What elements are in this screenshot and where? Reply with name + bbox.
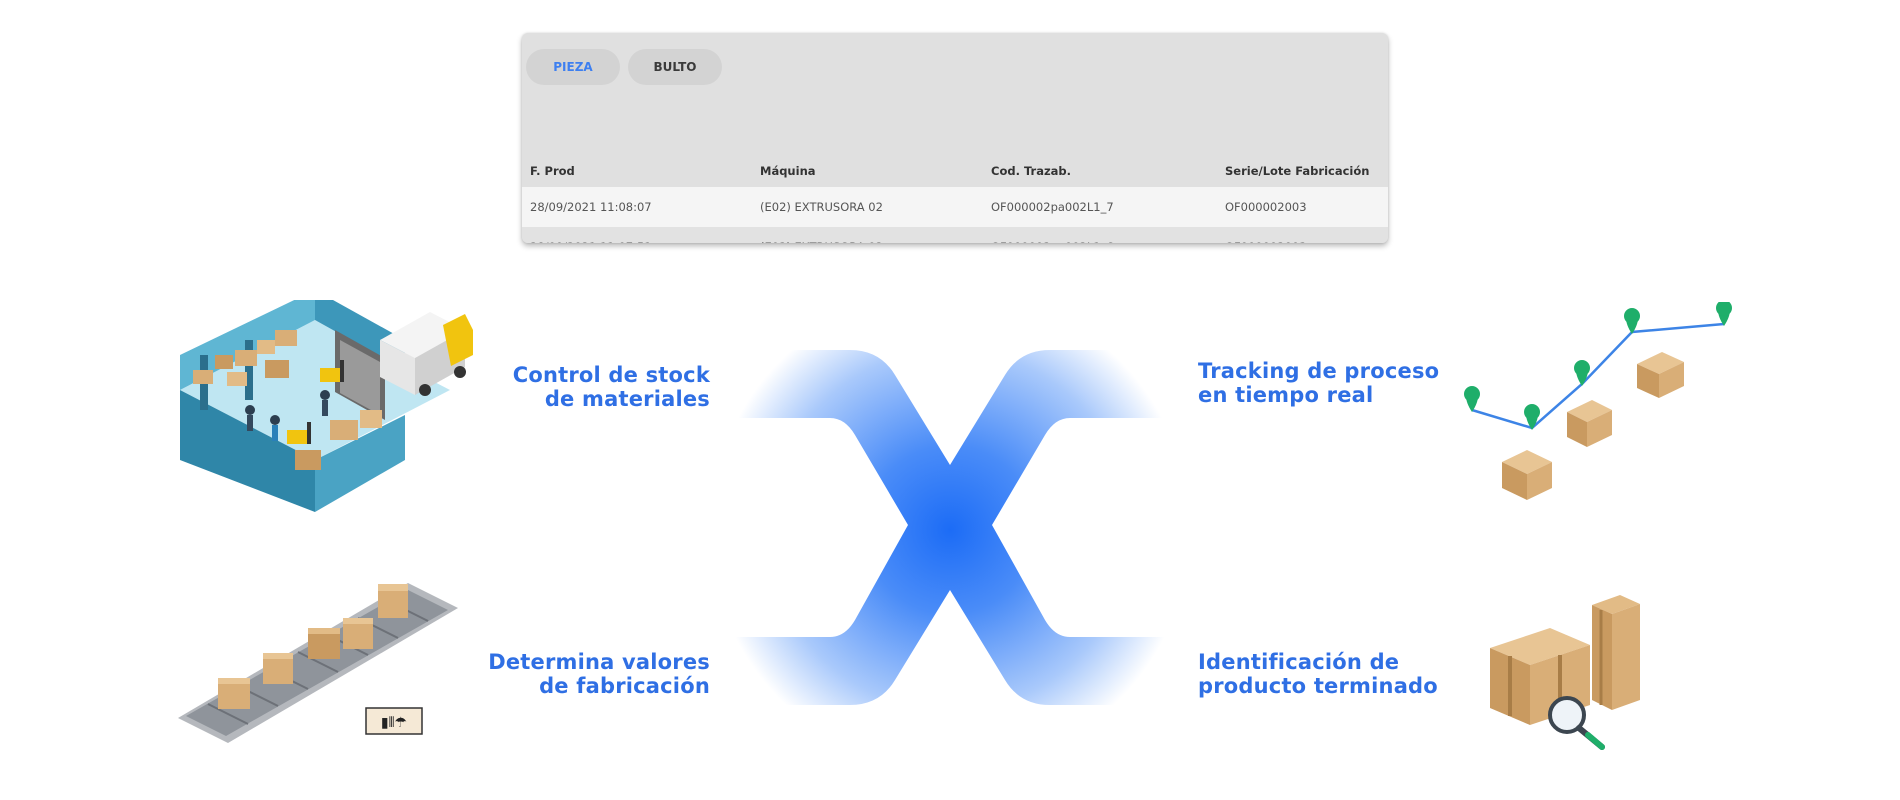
table-row[interactable]: 28/09/2021 11:08:07 (E02) EXTRUSORA 02 O… [522, 187, 1388, 227]
feature-tracking-proceso: Tracking de proceso en tiempo real [1198, 359, 1439, 407]
feature-label-line: en tiempo real [1198, 383, 1374, 407]
cell-serie-lote: OF000002003 [1217, 227, 1388, 243]
tab-pieza[interactable]: PIEZA [526, 49, 620, 85]
column-header-serie-lote[interactable]: Serie/Lote Fabricación [1217, 163, 1388, 187]
cell-cod-trazab: OF000002pa002L1_7 [983, 187, 1217, 227]
svg-text:▮⫴☂: ▮⫴☂ [381, 715, 407, 731]
feature-label-line: de materiales [544, 387, 710, 411]
feature-control-stock: Control de stock de materiales [513, 363, 710, 411]
boxes-magnifier-icon [1490, 595, 1640, 750]
warehouse-illustration-icon [180, 300, 473, 512]
feature-label-line: Identificación de [1198, 650, 1400, 674]
column-header-maquina[interactable]: Máquina [752, 163, 983, 187]
feature-label-line: Control de stock [512, 363, 710, 387]
tab-bulto[interactable]: BULTO [628, 49, 722, 85]
feature-label-line: Determina valores [488, 650, 710, 674]
cell-maquina: (E02) EXTRUSORA 02 [752, 227, 983, 243]
feature-label-line: de fabricación [539, 674, 710, 698]
cell-serie-lote: OF000002003 [1217, 187, 1388, 227]
feature-determina-valores: Determina valores de fabricación [488, 650, 710, 698]
column-header-f-prod[interactable]: F. Prod [522, 163, 752, 187]
cell-f-prod: 28/09/2021 11:08:07 [522, 187, 752, 227]
tracking-route-icon [1464, 302, 1732, 500]
feature-label-line: producto terminado [1198, 674, 1438, 698]
cell-f-prod: 28/09/2021 11:07:51 [522, 227, 752, 243]
column-header-cod-trazab[interactable]: Cod. Trazab. [983, 163, 1217, 187]
tab-bar: PIEZA BULTO [526, 49, 722, 85]
feature-label-line: Tracking de proceso [1198, 359, 1440, 383]
cell-maquina: (E02) EXTRUSORA 02 [752, 187, 983, 227]
x-connector-graphic [700, 350, 1200, 705]
feature-identificacion-producto: Identificación de producto terminado [1198, 650, 1438, 698]
table-row[interactable]: 28/09/2021 11:07:51 (E02) EXTRUSORA 02 O… [522, 227, 1388, 243]
conveyor-belt-icon: ▮⫴☂ [178, 583, 458, 743]
table-header-row: F. Prod Máquina Cod. Trazab. Serie/Lote … [522, 163, 1388, 187]
traceability-panel: PIEZA BULTO F. Prod Máquina Cod. Trazab.… [522, 33, 1388, 243]
cell-cod-trazab: OF000002pa002L1_6 [983, 227, 1217, 243]
traceability-table: F. Prod Máquina Cod. Trazab. Serie/Lote … [522, 163, 1388, 243]
